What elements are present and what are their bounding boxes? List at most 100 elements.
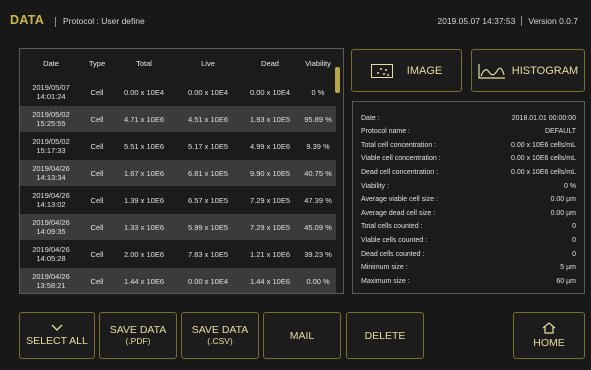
table-row[interactable]: 2019/04/26 14:05:28 Cell 2.00 x 10E6 7.83… — [20, 241, 336, 267]
column-header-total[interactable]: Total — [112, 59, 176, 68]
cell-date: 2019/05/02 15:17:33 — [32, 137, 70, 155]
cell-total: 1.39 x 10E6 — [123, 195, 165, 205]
cell-type: Cell — [90, 141, 104, 151]
detail-value: 5 µm — [560, 264, 576, 271]
mail-button[interactable]: MAIL — [263, 312, 341, 359]
detail-value: 0.00 x 10E6 cells/mL — [511, 142, 576, 149]
cell-live: 6.57 x 10E5 — [187, 195, 229, 205]
table-row[interactable]: 2019/05/02 15:25:55 Cell 4.71 x 10E6 4.51… — [20, 106, 336, 132]
column-header-type[interactable]: Type — [82, 59, 112, 68]
save-csv-button[interactable]: SAVE DATA (.CSV) — [181, 312, 259, 359]
detail-row: Viable cell concentration : 0.00 x 10E6 c… — [361, 155, 576, 167]
cell-viability: 47.39 % — [304, 195, 332, 205]
cell-viability: 40.75 % — [304, 168, 332, 178]
column-header-date[interactable]: Date — [20, 59, 82, 68]
detail-row: Viability : 0 % — [361, 183, 576, 195]
table-row[interactable]: 2019/04/26 14:09:35 Cell 1.33 x 10E6 5.99… — [20, 214, 336, 240]
cell-viability: 0.00 % — [306, 276, 330, 286]
detail-value: 0.00 x 10E6 cells/mL — [511, 169, 576, 176]
protocol-label: Protocol : User define — [63, 16, 145, 26]
header-status: 2019.05.07 14:37:53 Version 0.0.7 — [437, 16, 578, 26]
cell-date: 2019/04/26 14:05:28 — [32, 245, 70, 263]
select-all-label: SELECT ALL — [26, 335, 88, 347]
cell-date: 2019/05/07 14:01:24 — [32, 83, 70, 101]
table-header: Date Type Total Live Dead Viability — [20, 49, 336, 77]
cell-dead: 1.44 x 10E6 — [249, 276, 291, 286]
image-button-label: IMAGE — [406, 64, 443, 77]
result-details-panel: Date : 2018.01.01 00:00:00 Protocol name … — [352, 101, 585, 294]
save-pdf-format: (.PDF) — [125, 336, 151, 346]
column-header-viability[interactable]: Viability — [300, 59, 336, 68]
histogram-icon — [478, 63, 505, 79]
home-icon — [542, 322, 556, 334]
home-button[interactable]: HOME — [513, 312, 585, 359]
detail-label: Total cell concentration : — [361, 142, 437, 149]
table-row[interactable]: 2019/04/26 14:13:34 Cell 1.67 x 10E6 6.81… — [20, 160, 336, 186]
histogram-button-label: HISTOGRAM — [511, 64, 579, 77]
page-title: DATA — [10, 13, 45, 27]
detail-label: Viable cell concentration : — [361, 155, 441, 162]
detail-label: Dead cell concentration : — [361, 169, 439, 176]
detail-label: Maximum size : — [361, 278, 410, 285]
save-csv-format: (.CSV) — [207, 336, 233, 346]
version-label: Version 0.0.7 — [528, 16, 578, 26]
detail-value: 0.00 x 10E6 cells/mL — [511, 155, 576, 162]
detail-row: Protocol name : DEFAULT — [361, 128, 576, 140]
image-button[interactable]: IMAGE — [351, 49, 462, 92]
cell-date: 2019/04/26 14:13:34 — [32, 164, 70, 182]
cell-total: 4.71 x 10E6 — [123, 114, 165, 124]
cell-type: Cell — [90, 168, 104, 178]
header-divider — [521, 16, 523, 26]
detail-row: Maximum size : 60 µm — [361, 278, 576, 290]
cell-dead: 1.93 x 10E5 — [249, 114, 291, 124]
cell-date: 2019/04/26 14:09:35 — [32, 218, 70, 236]
cell-total: 2.00 x 10E6 — [123, 249, 165, 259]
delete-button[interactable]: DELETE — [346, 312, 424, 359]
detail-value: 60 µm — [556, 278, 576, 285]
cell-total: 1.67 x 10E6 — [123, 168, 165, 178]
table-row[interactable]: 2019/04/26 13:58:21 Cell 1.44 x 10E6 0.00… — [20, 268, 336, 293]
cell-dead: 4.99 x 10E6 — [249, 141, 291, 151]
column-header-dead[interactable]: Dead — [240, 59, 300, 68]
detail-row: Viable cells counted : 0 — [361, 237, 576, 249]
chevron-down-icon — [51, 324, 63, 331]
table-row[interactable]: 2019/04/26 14:13:02 Cell 1.39 x 10E6 6.57… — [20, 187, 336, 213]
detail-label: Minimum size : — [361, 264, 408, 271]
cell-type: Cell — [90, 114, 104, 124]
detail-value: 0.00 µm — [550, 210, 576, 217]
column-header-live[interactable]: Live — [176, 59, 240, 68]
detail-label: Viable cells counted : — [361, 237, 428, 244]
detail-row: Total cell concentration : 0.00 x 10E6 ce… — [361, 142, 576, 154]
cell-total: 1.44 x 10E6 — [123, 276, 165, 286]
histogram-button[interactable]: HISTOGRAM — [471, 49, 585, 92]
cell-total: 1.33 x 10E6 — [123, 222, 165, 232]
select-all-button[interactable]: SELECT ALL — [19, 312, 95, 359]
cell-viability: 39.23 % — [304, 249, 332, 259]
cell-type: Cell — [90, 276, 104, 286]
cell-dead: 1.21 x 10E6 — [249, 249, 291, 259]
detail-value: 0 % — [563, 183, 576, 190]
image-icon — [370, 63, 393, 78]
cell-live: 5.17 x 10E5 — [187, 141, 229, 151]
table-scrollbar[interactable] — [335, 67, 340, 93]
cell-dead: 7.29 x 10E5 — [249, 195, 291, 205]
cell-dead: 9.90 x 10E5 — [249, 168, 291, 178]
detail-label: Viability : — [361, 183, 389, 190]
delete-label: DELETE — [364, 329, 406, 342]
table-row[interactable]: 2019/05/07 14:01:24 Cell 0.00 x 10E4 0.00… — [20, 79, 336, 105]
detail-row: Total cells counted : 0 — [361, 223, 576, 235]
cell-dead: 7.29 x 10E5 — [249, 222, 291, 232]
cell-dead: 0.00 x 10E4 — [249, 87, 291, 97]
detail-row: Dead cells counted : 0 — [361, 251, 576, 263]
cell-live: 0.00 x 10E4 — [187, 87, 229, 97]
cell-viability: 45.09 % — [304, 222, 332, 232]
table-row[interactable]: 2019/05/02 15:17:33 Cell 5.51 x 10E6 5.17… — [20, 133, 336, 159]
save-csv-label: SAVE DATA — [191, 324, 249, 336]
detail-value: 0.00 µm — [550, 196, 576, 203]
detail-label: Total cells counted : — [361, 223, 423, 230]
detail-label: Average viable cell size : — [361, 196, 438, 203]
save-pdf-button[interactable]: SAVE DATA (.PDF) — [99, 312, 177, 359]
detail-label: Protocol name : — [361, 128, 411, 135]
cell-viability: 95.89 % — [304, 114, 332, 124]
cell-viability: 9.39 % — [306, 141, 330, 151]
